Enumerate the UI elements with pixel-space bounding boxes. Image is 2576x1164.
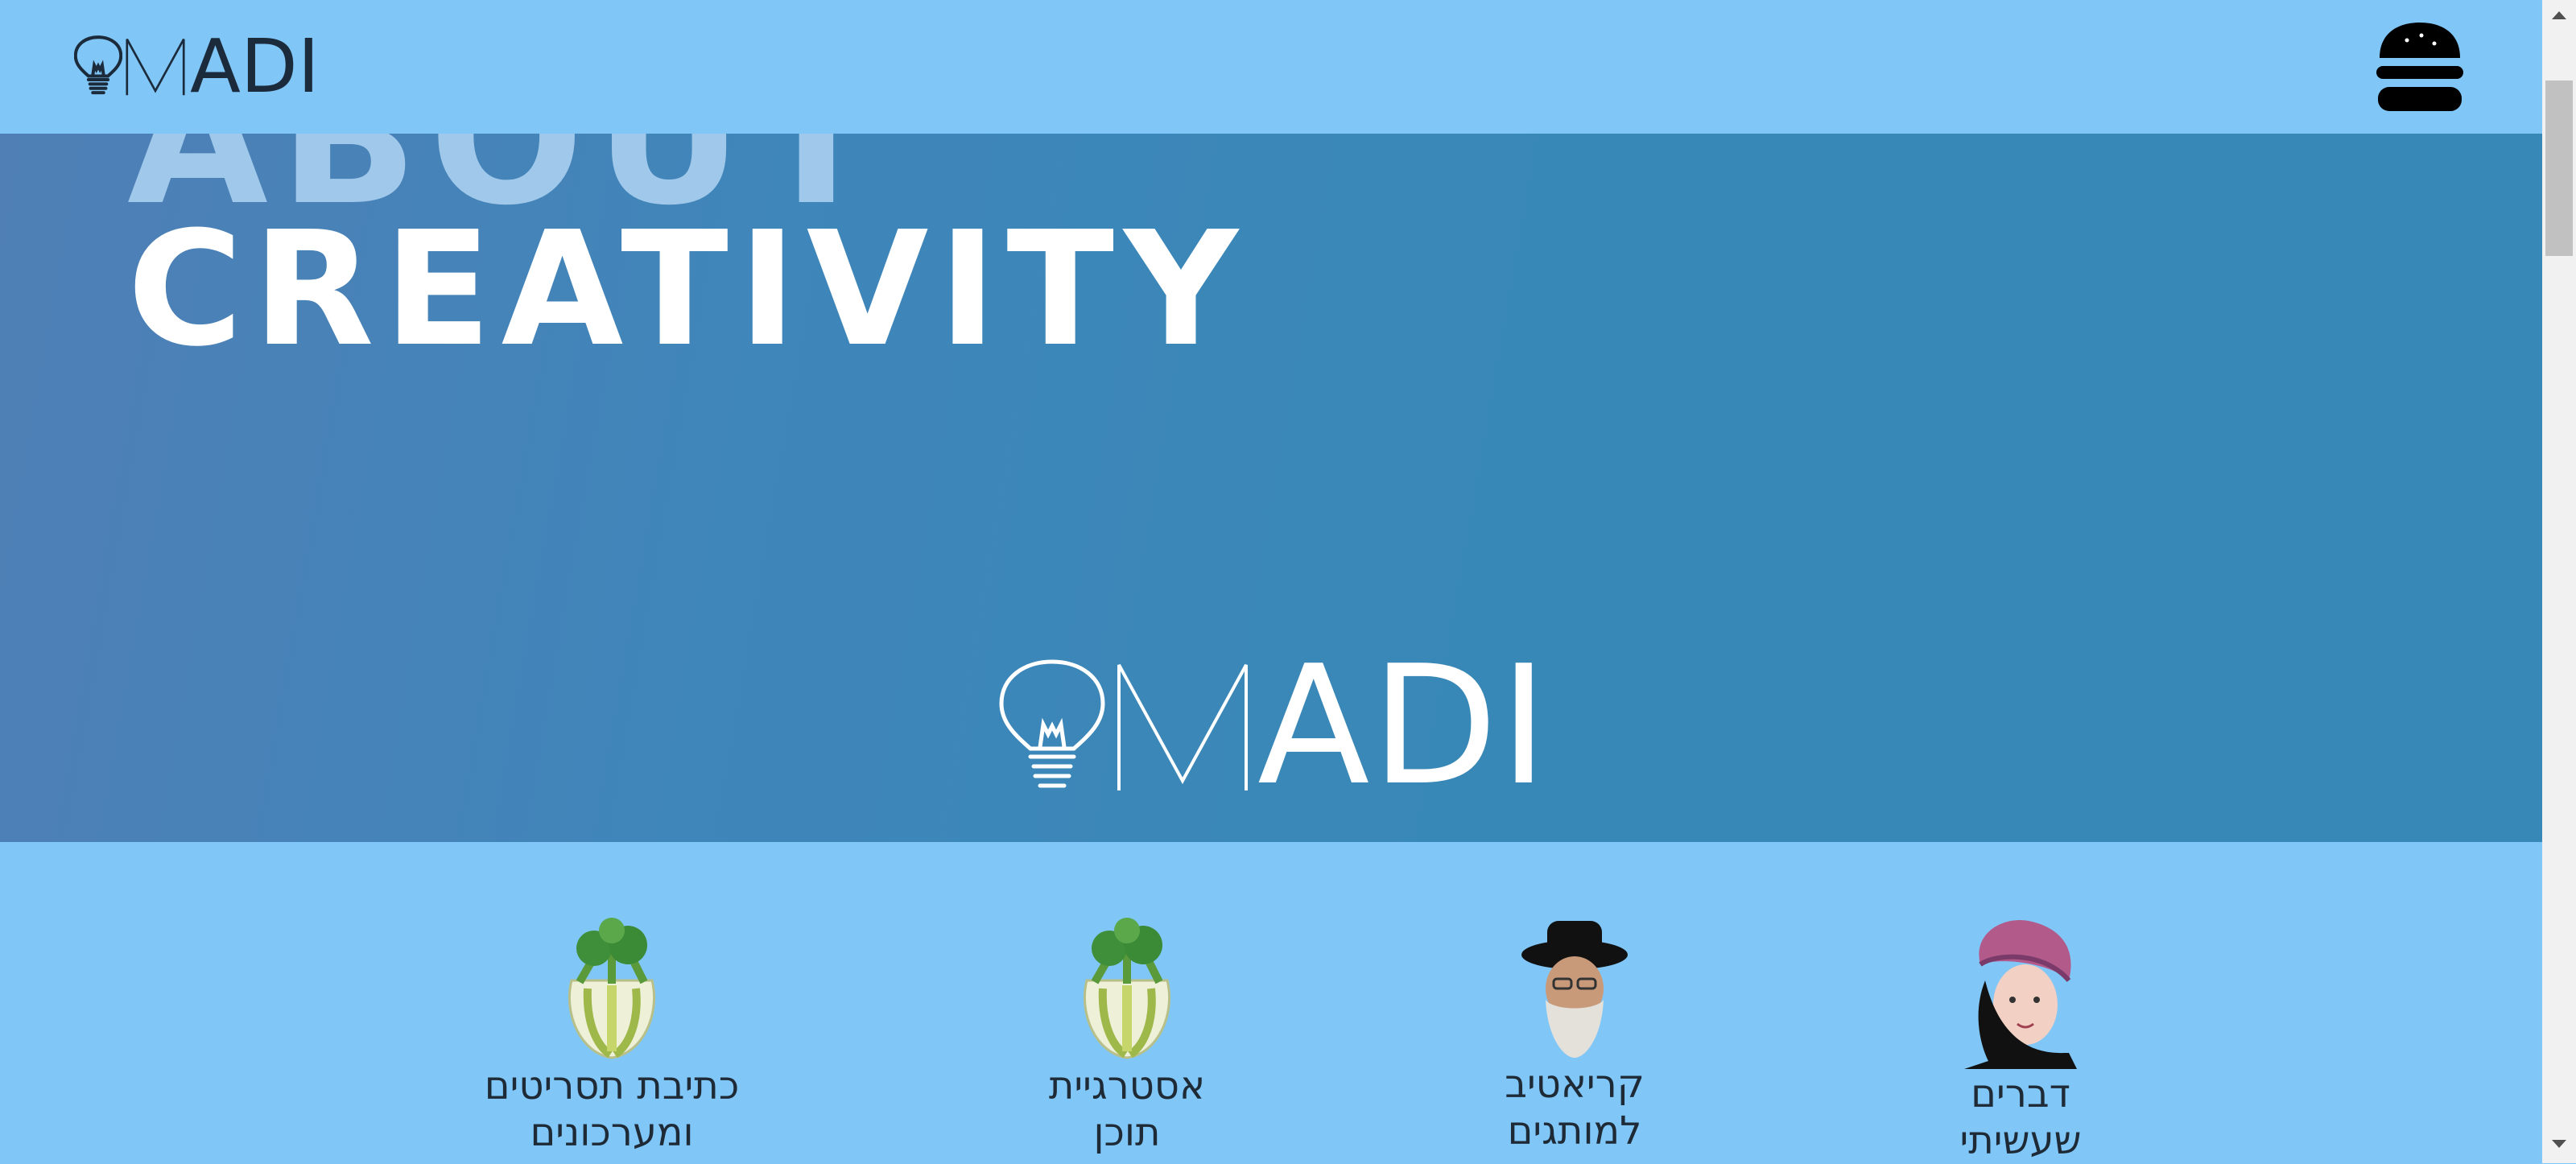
vertical-scrollbar[interactable]	[2542, 0, 2576, 1163]
hero-logo: ADI	[998, 631, 1550, 822]
top-navbar: ADI	[0, 0, 2542, 134]
scrollbar-thumb[interactable]	[2545, 80, 2573, 256]
hero-title: CREATIVITY	[127, 198, 1248, 382]
logo-wordmark: ADI	[1257, 631, 1550, 822]
hero-section: ABOUT CREATIVITY ADI	[0, 134, 2542, 842]
category-label: דברים שעשיתי	[1959, 1071, 2082, 1163]
logo-m-outline	[126, 39, 185, 96]
scroll-down-arrow-icon[interactable]	[2552, 1140, 2566, 1148]
lightbulb-icon	[74, 35, 122, 95]
scroll-up-arrow-icon[interactable]	[2552, 11, 2566, 19]
lightbulb-icon	[999, 659, 1105, 788]
woman-avatar	[1964, 919, 2077, 1069]
logo-m-outline	[1117, 664, 1248, 790]
home-logo-link[interactable]: ADI	[74, 23, 320, 109]
fennel-icon	[568, 918, 656, 1059]
logo-wordmark: ADI	[190, 23, 320, 109]
category-script-writing[interactable]: כתיבת תסריטים ומערכונים	[451, 916, 773, 1156]
category-brand-creative[interactable]: קריאטיב למותגים	[1454, 916, 1695, 1154]
hamburger-menu-icon[interactable]	[2375, 21, 2465, 113]
category-my-work[interactable]: דברים שעשיתי	[1900, 916, 2141, 1164]
category-content-strategy[interactable]: אסטרגיית תוכן	[1006, 916, 1248, 1156]
rabbi-avatar	[1521, 921, 1628, 1058]
category-label: קריאטיב למותגים	[1505, 1062, 1645, 1154]
category-label: אסטרגיית תוכן	[1048, 1063, 1206, 1155]
fennel-icon	[1083, 918, 1171, 1059]
category-label: כתיבת תסריטים ומערכונים	[484, 1063, 740, 1155]
